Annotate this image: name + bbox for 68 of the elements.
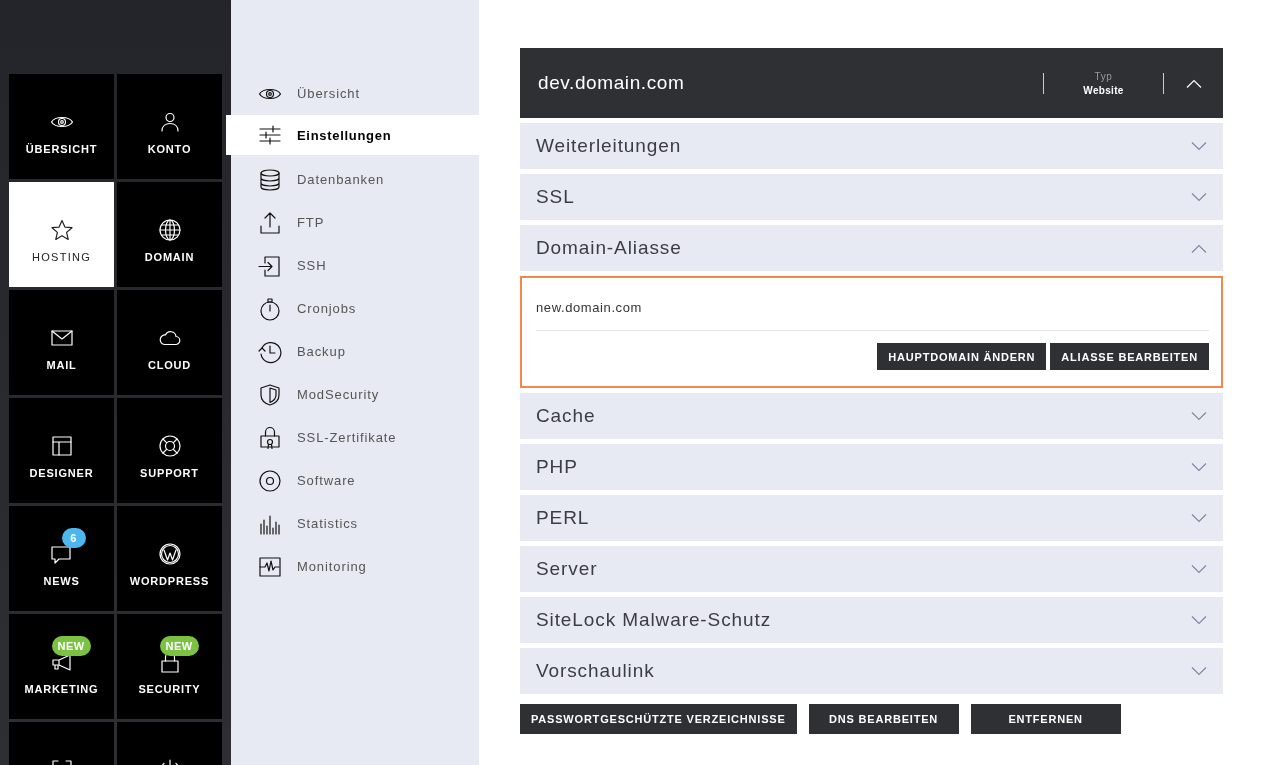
chevron-down-icon[interactable] (1191, 192, 1207, 202)
database-icon (258, 167, 282, 192)
accordion-header[interactable]: PHP (520, 444, 1223, 490)
lifebuoy-icon (157, 434, 182, 458)
accordion-header[interactable]: SiteLock Malware-Schutz (520, 597, 1223, 643)
sliders-icon (258, 123, 282, 147)
arrow-into-box-icon (258, 253, 282, 278)
sub-nav-item[interactable]: Einstellungen (226, 115, 479, 155)
chevron-down-icon[interactable] (1191, 462, 1207, 472)
main-nav-tile[interactable]: ÜBERSICHT (9, 74, 114, 179)
sub-nav-item[interactable]: ModSecurity (231, 373, 479, 416)
sub-nav-item[interactable]: Software (231, 459, 479, 502)
sub-nav-item[interactable]: Monitoring (231, 545, 479, 588)
chevron-down-icon[interactable] (1191, 666, 1207, 676)
main-nav-tile[interactable]: CLOUD (117, 290, 222, 395)
main-nav-tile[interactable]: MAIL (9, 290, 114, 395)
alias-action-button[interactable]: HAUPTDOMAIN ÄNDERN (877, 343, 1047, 370)
sub-nav-item[interactable]: Cronjobs (231, 287, 479, 330)
accordion-header[interactable]: Vorschaulink (520, 648, 1223, 694)
notification-badge: 6 (61, 528, 86, 548)
sub-nav-item[interactable]: Übersicht (231, 72, 479, 115)
accordion-header[interactable]: SSL (520, 174, 1223, 220)
circle-logo-icon (157, 542, 182, 566)
chevron-down-icon[interactable] (1191, 564, 1207, 574)
sub-nav-item[interactable]: SSH (231, 244, 479, 287)
sub-nav-item[interactable]: Datenbanken (231, 158, 479, 201)
certificate-lock-icon (258, 425, 282, 450)
chevron-down-icon[interactable] (1191, 513, 1207, 523)
chevron-down-icon[interactable] (1191, 141, 1207, 151)
accordion-header[interactable]: Cache (520, 393, 1223, 439)
upload-icon (258, 210, 282, 235)
star-icon (49, 218, 74, 242)
main-nav-tile[interactable]: NEW MARKETING (9, 614, 114, 719)
domain-title: dev.domain.com (538, 72, 686, 94)
alias-action-button[interactable]: ALIASSE BEARBEITEN (1050, 343, 1209, 370)
monitor-pulse-icon (258, 554, 282, 579)
domain-action-button[interactable]: ENTFERNEN (970, 704, 1121, 734)
main-nav-tile[interactable]: 6 NEWS (9, 506, 114, 611)
main-nav-tile[interactable]: WORDPRESS (117, 506, 222, 611)
sub-nav-item[interactable]: Statistics (231, 502, 479, 545)
accordion-header[interactable]: Weiterleitungen (520, 123, 1223, 169)
accordion-header[interactable]: PERL (520, 495, 1223, 541)
chevron-down-icon[interactable] (1191, 411, 1207, 421)
chevron-down-icon[interactable] (1191, 615, 1207, 625)
sub-nav-item[interactable]: Backup (231, 330, 479, 373)
globe-icon (157, 218, 182, 242)
disc-icon (258, 468, 282, 493)
main-nav-tile[interactable]: KONTO (117, 74, 222, 179)
main-nav-tile[interactable]: DESIGNER (9, 398, 114, 503)
main-nav-tile[interactable]: DOMAIN (117, 182, 222, 287)
sub-nav-item[interactable]: SSL-Zertifikate (231, 416, 479, 459)
main-nav-tile[interactable]: SUPPORT (117, 398, 222, 503)
type-label: Typ (1094, 70, 1113, 82)
type-value: Website (1083, 84, 1124, 96)
clock-history-icon (258, 339, 282, 364)
accordion-header[interactable]: Server (520, 546, 1223, 592)
layout-icon (49, 434, 74, 458)
main-nav-tile[interactable]: NEW SECURITY (117, 614, 222, 719)
notification-badge: NEW (159, 636, 199, 656)
stopwatch-icon (258, 296, 282, 321)
sub-nav-item[interactable]: FTP (231, 201, 479, 244)
notification-badge: NEW (51, 636, 91, 656)
accordion-header[interactable]: Domain-Aliasse (520, 225, 1223, 271)
domain-action-button[interactable]: DNS BEARBEITEN (808, 704, 959, 734)
domain-action-button[interactable]: PASSWORTGESCHÜTZTE VERZEICHNISSE (520, 704, 797, 734)
main-nav-tile[interactable]: HOSTING (9, 182, 114, 287)
alias-domain-text: new.domain.com (536, 300, 1209, 331)
shield-icon (258, 382, 282, 407)
